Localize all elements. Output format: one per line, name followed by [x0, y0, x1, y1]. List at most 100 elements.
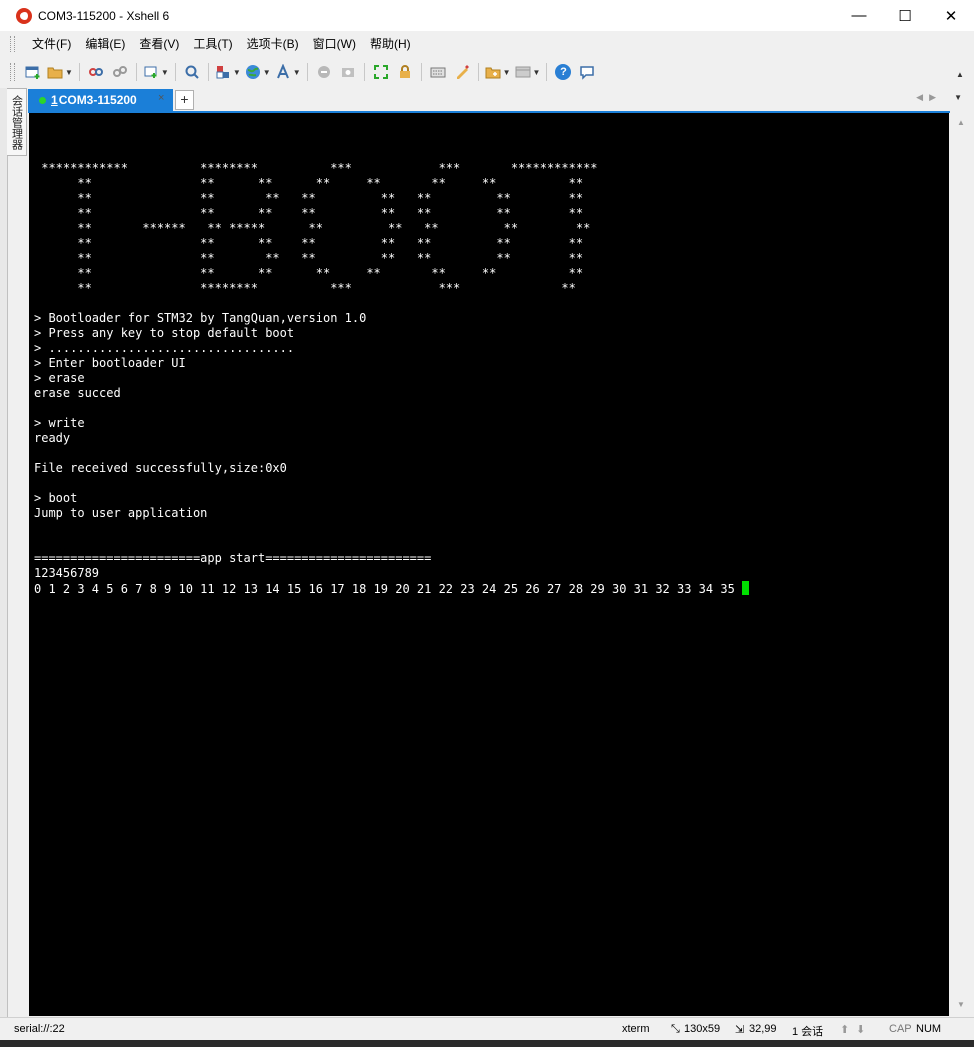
globe-icon[interactable]: ▼: [245, 61, 271, 83]
menu-file[interactable]: 文件(F): [25, 31, 78, 57]
menu-help[interactable]: 帮助(H): [363, 31, 418, 57]
tab-close-icon[interactable]: ×: [158, 92, 164, 104]
toolbar-separator: [135, 63, 137, 81]
terminal-screen[interactable]: ************ ******** *** *** **********…: [29, 113, 949, 1016]
toolbar-overflow-area: [950, 31, 974, 88]
terminal-line: Jump to user application: [34, 506, 208, 520]
help-icon[interactable]: ?: [553, 61, 573, 83]
toolbar-expand-icon[interactable]: ▲: [956, 70, 964, 79]
toolbar-separator: [363, 63, 365, 81]
fullscreen-icon[interactable]: [371, 61, 391, 83]
terminal-line: ** ******** *** *** **: [34, 281, 576, 295]
highlight-icon[interactable]: [452, 61, 472, 83]
terminal-line: ** ** ** ** ** ** ** **: [34, 236, 584, 250]
cursor-position: 32,99: [749, 1023, 777, 1035]
toolbar-grip[interactable]: [10, 63, 15, 81]
lock-icon[interactable]: [395, 61, 415, 83]
terminal-output: ************ ******** *** *** **********…: [34, 161, 750, 597]
terminal-line: ** ** ** ** ** ** ** **: [34, 266, 584, 280]
terminal-type: xterm: [622, 1023, 650, 1035]
terminal-size: 130x59: [684, 1023, 721, 1035]
tab-com3-115200[interactable]: 1 COM3-115200 ×: [28, 89, 173, 111]
scroll-down-arrow-icon[interactable]: ▼: [957, 1000, 965, 1009]
properties-icon[interactable]: ▼: [215, 61, 241, 83]
terminal-size-icon: ⤡: [671, 1023, 680, 1035]
chat-icon[interactable]: [577, 61, 597, 83]
new-tab-button[interactable]: +: [175, 90, 194, 110]
terminal-line: erase succed: [34, 386, 121, 400]
minimize-button[interactable]: —: [836, 0, 882, 31]
terminal-line: ************ ******** *** *** **********…: [34, 161, 598, 175]
tab-number: 1: [51, 93, 58, 107]
terminal-cursor: [742, 581, 750, 595]
scroll-up-arrow-icon[interactable]: ▲: [957, 118, 965, 127]
terminal-line: > boot: [34, 491, 78, 505]
terminal-line: ready: [34, 431, 71, 445]
terminal-line: > Bootloader for STM32 by TangQuan,versi…: [34, 311, 367, 325]
tab-list-dropdown-icon[interactable]: ▼: [954, 93, 962, 102]
session-count: 1 会话: [792, 1026, 824, 1038]
menu-view[interactable]: 查看(V): [132, 31, 186, 57]
tab-label: COM3-115200: [58, 93, 137, 107]
session-manager-tab[interactable]: 会话管理器: [7, 88, 27, 156]
menu-edit[interactable]: 编辑(E): [78, 31, 132, 57]
terminal-line: ** ** ** ** ** ** ** **: [34, 206, 584, 220]
menu-tab[interactable]: 选项卡(B): [240, 31, 306, 57]
terminal-line: > write: [34, 416, 85, 430]
connect-icon[interactable]: [86, 61, 106, 83]
toolbar-separator: [477, 63, 479, 81]
counter-output: 0 1 2 3 4 5 6 7 8 9 10 11 12 13 14 15 16…: [34, 582, 743, 596]
terminal-line: ** ** ** ** ** ** ** **: [34, 191, 584, 205]
toolbar-separator: [78, 63, 80, 81]
layout-icon[interactable]: ▼: [515, 61, 540, 83]
reconnect-icon[interactable]: ▼: [143, 61, 169, 83]
menubar-grip[interactable]: [10, 36, 15, 52]
terminal-line: > ..................................: [34, 341, 295, 355]
disconnect-icon[interactable]: [110, 61, 130, 83]
connected-status-icon: [39, 96, 46, 104]
sftp-icon[interactable]: [338, 61, 358, 83]
new-folder-icon[interactable]: ▼: [485, 61, 511, 83]
upload-arrow-icon: ⬆: [840, 1024, 850, 1036]
menu-tools[interactable]: 工具(T): [186, 31, 239, 57]
menu-window[interactable]: 窗口(W): [306, 31, 363, 57]
toolbar-separator: [546, 63, 548, 81]
terminal-line: > Press any key to stop default boot: [34, 326, 295, 340]
title-bar: COM3-115200 - Xshell 6 — ☐ ✕: [0, 0, 974, 31]
terminal-line: > erase: [34, 371, 85, 385]
num-lock-indicator: NUM: [916, 1023, 942, 1035]
font-icon[interactable]: ▼: [275, 61, 301, 83]
new-session-icon[interactable]: [23, 61, 43, 83]
tab-scroll-arrows-icon[interactable]: ◀▶: [916, 92, 942, 103]
find-icon[interactable]: [182, 61, 202, 83]
terminal-line: > Enter bootloader UI: [34, 356, 186, 370]
terminal-line: ** ** ** ** ** ** ** **: [34, 176, 584, 190]
cursor-position-icon: ⇲: [735, 1024, 745, 1036]
maximize-button[interactable]: ☐: [882, 0, 928, 31]
download-arrow-icon: ⬇: [856, 1024, 866, 1036]
toolbar-separator: [207, 63, 209, 81]
open-folder-icon[interactable]: ▼: [47, 61, 73, 83]
terminal-last-line: 0 1 2 3 4 5 6 7 8 9 10 11 12 13 14 15 16…: [34, 581, 750, 597]
toolbar-separator: [174, 63, 176, 81]
close-button[interactable]: ✕: [928, 0, 974, 31]
terminal-scrollbar[interactable]: [950, 111, 974, 1016]
toolbar: ▼ ▼ ▼ ▼ ▼ ▼ ▼ ?: [0, 57, 974, 87]
keyboard-icon[interactable]: [428, 61, 448, 83]
tab-bar: 1 COM3-115200 × + ◀▶ ▼: [28, 88, 974, 111]
connection-address: serial://:22: [14, 1023, 65, 1035]
window-controls: — ☐ ✕: [836, 0, 974, 31]
xshell-app-icon[interactable]: [16, 7, 32, 24]
window-title: COM3-115200 - Xshell 6: [38, 8, 170, 23]
terminal-line: =======================app start========…: [34, 551, 432, 565]
side-panel-strip: [0, 88, 8, 1018]
taskbar-edge: [0, 1040, 974, 1047]
transfer-icon[interactable]: [314, 61, 334, 83]
terminal-line: 123456789: [34, 566, 100, 580]
